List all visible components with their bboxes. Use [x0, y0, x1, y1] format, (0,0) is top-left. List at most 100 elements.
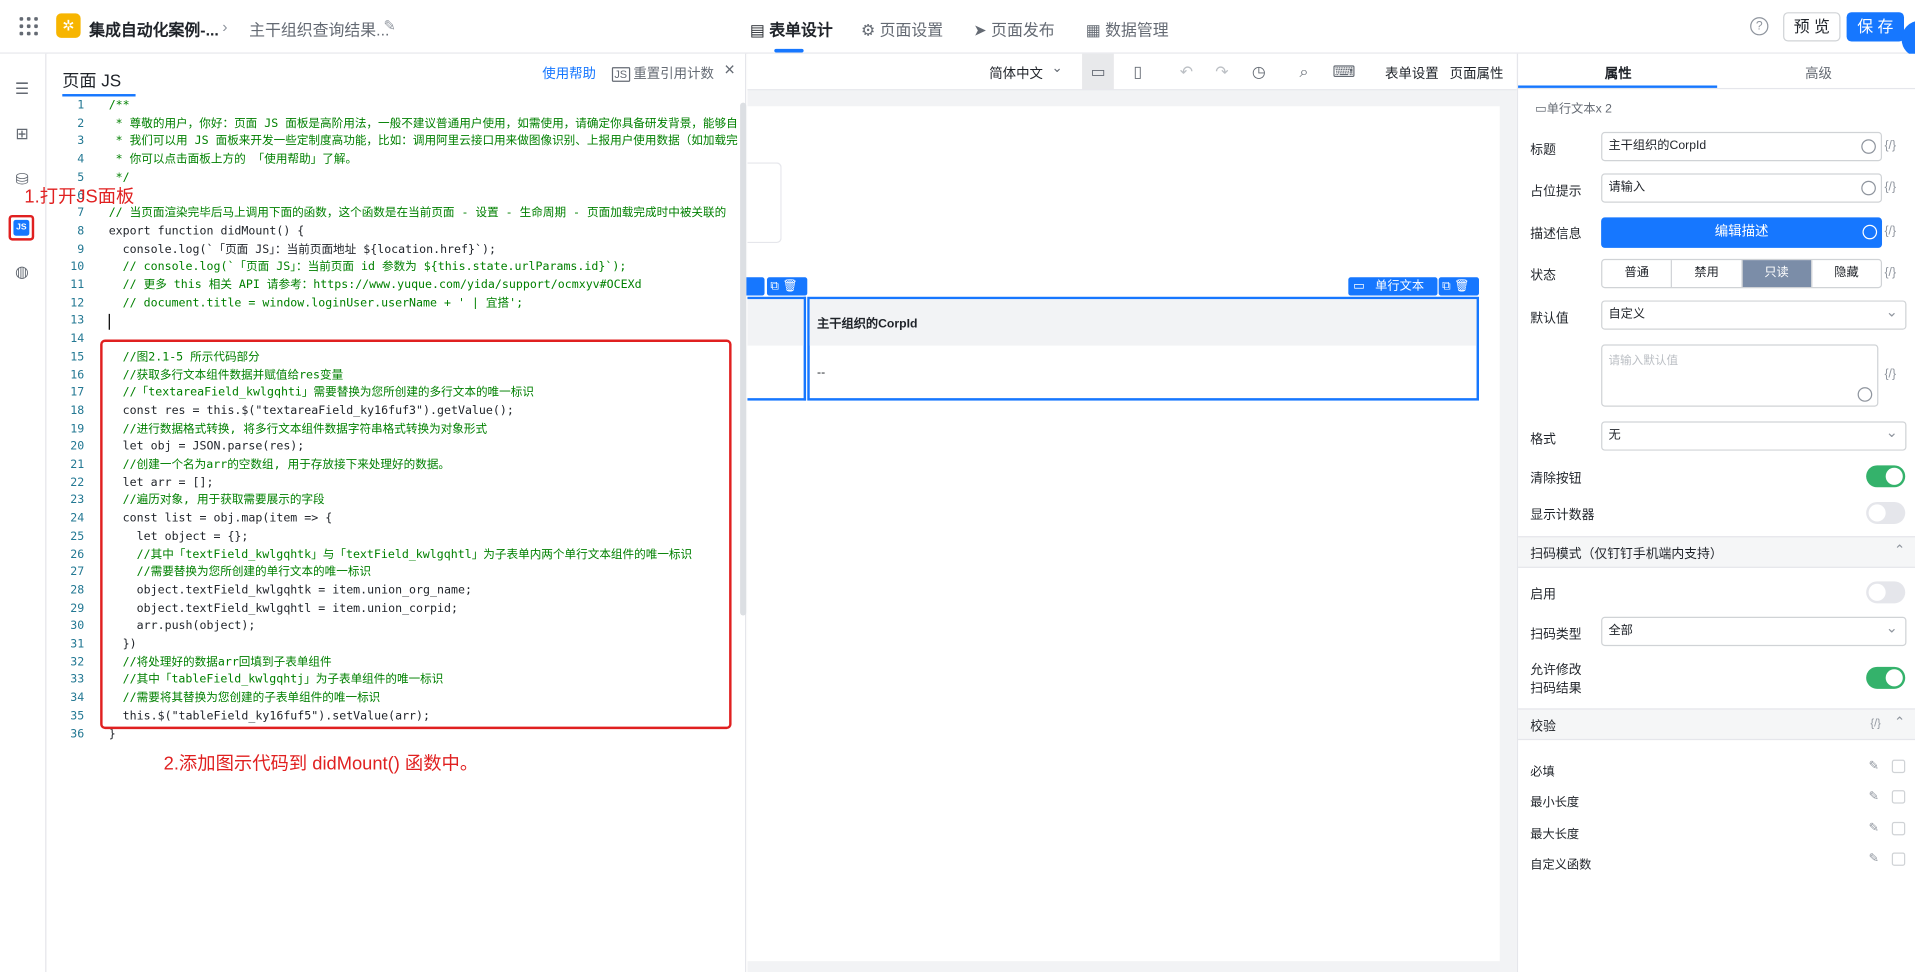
help-link[interactable]: 使用帮助 — [542, 64, 596, 84]
breadcrumb-chevron-icon: › — [222, 17, 228, 36]
scan-section[interactable]: 扫码模式（仅钉钉手机端内支持） ⌃ — [1518, 536, 1915, 568]
components-icon[interactable]: ⊞ — [12, 125, 32, 143]
validate-section[interactable]: 校验 {/} ⌃ — [1518, 708, 1915, 741]
line-number: 26 — [70, 547, 85, 562]
code-line[interactable]: 9 console.log(`「页面 JS」：当前页面地址 ${location… — [48, 241, 742, 259]
scan-type-select[interactable]: 全部 — [1601, 614, 1907, 647]
desktop-icon[interactable]: ▭ — [1091, 62, 1106, 82]
expr-icon[interactable]: {/} — [1884, 225, 1896, 238]
status-disabled[interactable]: 禁用 — [1671, 260, 1741, 288]
code-line[interactable]: 11 // 更多 this 相关 API 请参考：https://www.yuq… — [48, 277, 742, 295]
tab-advanced[interactable]: 高级 — [1805, 64, 1832, 84]
code-line[interactable]: 13 — [48, 313, 742, 331]
chevron-up-icon[interactable]: ⌃ — [1894, 542, 1905, 558]
save-button[interactable]: 保 存 — [1846, 12, 1905, 42]
edit-icon[interactable]: ✎ — [1869, 852, 1882, 865]
line-number: 22 — [70, 475, 85, 490]
counter-toggle[interactable] — [1866, 501, 1906, 524]
validate-section-title: 校验 — [1530, 719, 1556, 735]
copy-icon[interactable]: ⧉ — [1442, 280, 1451, 293]
expr-icon[interactable]: {/} — [1870, 717, 1880, 729]
code-line[interactable]: 5 */ — [48, 170, 742, 188]
app-name[interactable]: 集成自动化案例-... — [89, 17, 219, 40]
tab-form-design[interactable]: ▤ 表单设计 — [750, 17, 833, 40]
chevron-up-icon[interactable]: ⌃ — [1894, 714, 1905, 731]
editor-scrollbar[interactable] — [740, 102, 747, 616]
close-icon[interactable]: × — [724, 60, 735, 81]
status-readonly[interactable]: 只读 — [1740, 260, 1811, 288]
line-number: 25 — [70, 529, 85, 544]
preview-button[interactable]: 预 览 — [1783, 12, 1841, 42]
rule-max-length-checkbox[interactable] — [1891, 821, 1906, 836]
code-line[interactable]: 10 // console.log(`「页面 JS」：当前页面 id 参数为 $… — [48, 259, 742, 277]
format-select[interactable]: 无 — [1601, 419, 1907, 451]
rule-required-checkbox[interactable] — [1891, 759, 1906, 774]
delete-icon[interactable]: 🗑 — [1454, 280, 1470, 293]
code-line[interactable]: 12 // document.title = window.loginUser.… — [48, 295, 742, 313]
tab-page-settings[interactable]: ⚙ 页面设置 — [861, 17, 943, 40]
allow-edit-toggle[interactable] — [1866, 666, 1906, 689]
globe-icon[interactable] — [1861, 139, 1876, 154]
tab-data-manage[interactable]: ▦ 数据管理 — [1086, 17, 1169, 40]
page-props-link[interactable]: 页面属性 — [1450, 64, 1504, 84]
gear-icon: ⚙ — [861, 20, 880, 40]
status-hidden[interactable]: 隐藏 — [1810, 260, 1881, 288]
rule-required: 必填 — [1530, 765, 1555, 780]
line-number: 15 — [70, 350, 85, 364]
component-ops[interactable]: ⧉ 🗑 — [1438, 277, 1479, 296]
language-select[interactable]: 简体中文 — [989, 64, 1043, 84]
code-line[interactable]: 2 * 尊敬的用户，你好：页面 JS 面板是高阶用法，一般不建议普通用户使用，如… — [48, 116, 742, 134]
expr-icon[interactable]: {/} — [1884, 368, 1896, 381]
reset-count-link[interactable]: JS 重置引用计数 — [611, 64, 714, 84]
globe-icon[interactable] — [1861, 180, 1876, 196]
search-icon[interactable]: ⌕ — [1299, 62, 1308, 82]
rule-min-length-checkbox[interactable] — [1891, 790, 1906, 804]
app-grid-icon[interactable] — [19, 17, 40, 37]
status-normal[interactable]: 普通 — [1602, 260, 1671, 287]
placeholder-input[interactable]: 请输入 — [1601, 173, 1883, 203]
code-line[interactable]: 6 — [48, 187, 742, 205]
reset-count-label: 重置引用计数 — [633, 67, 714, 82]
code-line[interactable]: 1 /** — [48, 98, 742, 116]
code-line[interactable]: 3 * 我们可以用 JS 面板来开发一些定制度高功能，比如：调用阿里云接口用来做… — [48, 134, 742, 152]
expr-icon[interactable]: {/} — [1884, 139, 1896, 152]
active-tab-indicator — [774, 48, 804, 53]
enable-toggle[interactable] — [1866, 581, 1906, 604]
help-icon[interactable]: ? — [1750, 17, 1769, 36]
edit-icon[interactable]: ✎ — [1869, 790, 1882, 803]
redo-icon[interactable]: ↷ — [1215, 62, 1228, 82]
line-number: 17 — [70, 386, 85, 400]
page-name[interactable]: 主干组织查询结果... — [249, 17, 389, 40]
rule-custom-fn-checkbox[interactable] — [1891, 852, 1906, 866]
form-settings-link[interactable]: 表单设置 — [1385, 64, 1439, 84]
expr-icon[interactable]: {/} — [1884, 181, 1896, 194]
code-line[interactable]: 7// 当页面渲染完毕后马上调用下面的函数，这个函数是在当前页面 - 设置 - … — [48, 205, 742, 223]
history-icon[interactable]: ◷ — [1252, 62, 1266, 82]
globe-icon[interactable]: ◍ — [12, 263, 32, 281]
outline-icon[interactable]: ☰ — [12, 80, 32, 98]
default-textarea[interactable]: 请输入默认值 — [1601, 344, 1879, 407]
expr-icon[interactable]: {/} — [1884, 266, 1896, 279]
tab-properties[interactable]: 属性 — [1605, 64, 1632, 84]
edit-icon[interactable]: ✎ — [1869, 760, 1882, 773]
line-number: 28 — [70, 583, 85, 598]
code-line[interactable]: 8 export function didMount() { — [48, 223, 742, 241]
js-panel-button[interactable]: JS — [8, 214, 35, 241]
edit-desc-button[interactable]: 编辑描述 — [1601, 217, 1883, 248]
left-component-ops[interactable]: ⧉ 🗑 — [766, 277, 808, 296]
clear-label: 清除按钮 — [1530, 471, 1582, 487]
status-segmented[interactable]: 普通 禁用 只读 隐藏 — [1601, 258, 1883, 289]
form-component-ghost[interactable] — [747, 162, 782, 244]
code-line[interactable]: 4 * 你可以点击面板上方的 「使用帮助」了解。 — [48, 152, 742, 170]
tab-page-publish[interactable]: ➤ 页面发布 — [973, 17, 1054, 40]
undo-icon[interactable]: ↶ — [1180, 62, 1193, 82]
globe-icon[interactable] — [1862, 224, 1878, 240]
edit-name-icon[interactable]: ✎ — [383, 17, 395, 34]
clear-toggle[interactable] — [1866, 465, 1906, 488]
edit-icon[interactable]: ✎ — [1869, 822, 1882, 835]
mobile-icon[interactable]: ▯ — [1133, 62, 1142, 82]
default-select[interactable]: 自定义 — [1601, 298, 1907, 330]
title-input[interactable]: 主干组织的CorpId — [1601, 131, 1883, 162]
globe-icon[interactable] — [1857, 387, 1873, 402]
keyboard-icon[interactable]: ⌨ — [1332, 62, 1355, 82]
